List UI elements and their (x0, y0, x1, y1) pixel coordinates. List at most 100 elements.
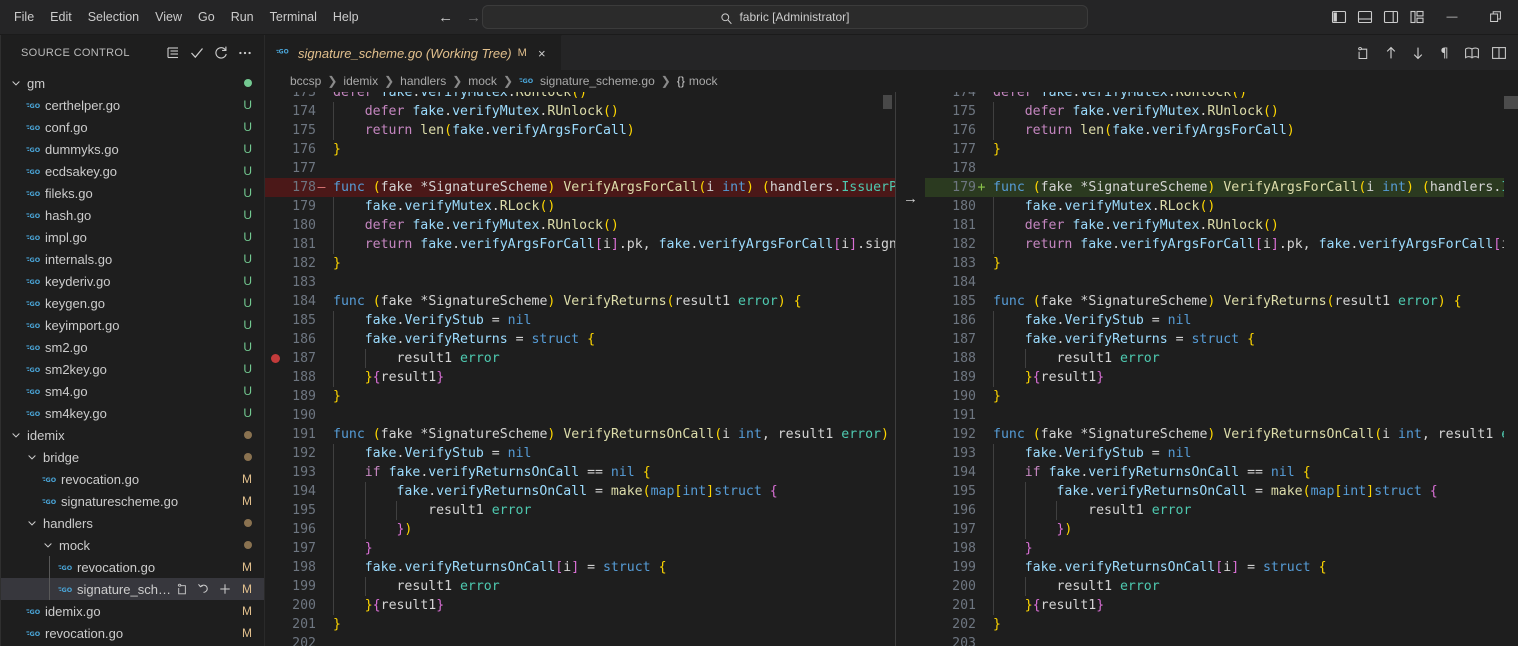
code-line[interactable]: 198 fake.verifyReturnsOnCall[i] = struct … (265, 558, 895, 577)
code-line[interactable]: 174 defer fake.verifyMutex.RUnlock() (265, 102, 895, 121)
code-line[interactable]: 197} (265, 539, 895, 558)
code-line[interactable]: 175 return len(fake.verifyArgsForCall) (265, 121, 895, 140)
code-line[interactable]: 178– func (fake *SignatureScheme) VerifyA… (265, 178, 895, 197)
code-line[interactable]: 201}{result1} (925, 596, 1518, 615)
more-actions-icon[interactable] (234, 42, 256, 64)
code-line[interactable]: 200 result1 error (925, 577, 1518, 596)
customize-layout-icon[interactable] (1404, 4, 1430, 30)
tree-file-signaturescheme-go[interactable]: GO signaturescheme.go M (1, 490, 264, 512)
commit-check-icon[interactable] (186, 42, 208, 64)
tree-file-revocation-go[interactable]: GO revocation.go M (1, 622, 264, 644)
toggle-secondary-sidebar-icon[interactable] (1378, 4, 1404, 30)
tree-file-sm4-go[interactable]: GO sm4.go U (1, 380, 264, 402)
tree-file-revocation-go[interactable]: GO revocation.go M (1, 468, 264, 490)
tree-folder-idemix[interactable]: idemix (1, 424, 264, 446)
menu-run[interactable]: Run (223, 0, 262, 34)
tree-folder-bridge[interactable]: bridge (1, 446, 264, 468)
chevron-down-icon[interactable] (41, 534, 55, 556)
code-line[interactable]: 183} (925, 254, 1518, 273)
menu-edit[interactable]: Edit (42, 0, 80, 34)
code-line[interactable]: 177 (265, 159, 895, 178)
window-restore-button[interactable] (1474, 0, 1518, 35)
breadcrumb-item[interactable]: mock (466, 74, 499, 88)
chevron-down-icon[interactable] (25, 446, 39, 468)
tree-file-impl-go[interactable]: GO impl.go U (1, 226, 264, 248)
code-line[interactable]: 186 fake.verifyReturns = struct { (265, 330, 895, 349)
toggle-inline-view-icon[interactable] (1459, 40, 1485, 66)
code-line[interactable]: 183 (265, 273, 895, 292)
tree-file-keyderiv-go[interactable]: GO keyderiv.go U (1, 270, 264, 292)
menu-file[interactable]: File (6, 0, 42, 34)
breadcrumb-item[interactable]: GO signature_scheme.go (517, 73, 657, 90)
code-line[interactable]: 191 func (fake *SignatureScheme) VerifyRe… (265, 425, 895, 444)
code-line[interactable]: 182} (265, 254, 895, 273)
view-as-tree-icon[interactable] (162, 42, 184, 64)
code-line[interactable]: 184 (925, 273, 1518, 292)
toggle-panel-icon[interactable] (1352, 4, 1378, 30)
window-minimize-button[interactable]: — (1430, 0, 1474, 35)
tree-file-sm2key-go[interactable]: GO sm2key.go U (1, 358, 264, 380)
tree-file-sm4key-go[interactable]: GO sm4key.go U (1, 402, 264, 424)
code-line[interactable]: 192 fake.VerifyStub = nil (265, 444, 895, 463)
code-line[interactable]: 189}{result1} (925, 368, 1518, 387)
split-editor-icon[interactable] (1486, 40, 1512, 66)
code-line[interactable]: 179 fake.verifyMutex.RLock() (265, 197, 895, 216)
tree-file-conf-go[interactable]: GO conf.go U (1, 116, 264, 138)
tab-close-icon[interactable]: × (533, 44, 551, 62)
code-line[interactable]: 200}{result1} (265, 596, 895, 615)
tree-folder-mock[interactable]: mock (1, 534, 264, 556)
code-line[interactable]: 195 fake.verifyReturnsOnCall = make(map[i… (925, 482, 1518, 501)
code-line[interactable]: 181 return fake.verifyArgsForCall[i].pk, … (265, 235, 895, 254)
toggle-primary-sidebar-icon[interactable] (1326, 4, 1352, 30)
chevron-down-icon[interactable] (9, 424, 23, 446)
diff-pane-modified[interactable]: 174 defer fake.verifyMutex.RUnlock() 175 de… (925, 92, 1518, 646)
code-line[interactable]: 175 defer fake.verifyMutex.RUnlock() (925, 102, 1518, 121)
code-line[interactable]: 203 (925, 634, 1518, 646)
menu-selection[interactable]: Selection (80, 0, 147, 34)
code-line[interactable]: 185 fake.VerifyStub = nil (265, 311, 895, 330)
tree-folder-gm[interactable]: gm (1, 72, 264, 94)
code-line[interactable]: 187 fake.verifyReturns = struct { (925, 330, 1518, 349)
source-control-file-tree[interactable]: gm GO certhelper.go U GO conf.go U GO dummyks.go… (1, 70, 264, 646)
diff-pane-original[interactable]: 173 defer fake.verifyMutex.RUnlock() 174 de… (265, 92, 895, 646)
chevron-down-icon[interactable] (25, 512, 39, 534)
tree-file-internals-go[interactable]: GO internals.go U (1, 248, 264, 270)
code-line[interactable]: 190} (925, 387, 1518, 406)
menu-help[interactable]: Help (325, 0, 367, 34)
toggle-whitespace-icon[interactable]: ¶ (1432, 40, 1458, 66)
code-line[interactable]: 202} (925, 615, 1518, 634)
code-line[interactable]: 181 defer fake.verifyMutex.RUnlock() (925, 216, 1518, 235)
code-line[interactable]: 189} (265, 387, 895, 406)
tree-file-revocation-go[interactable]: GO revocation.go M (1, 556, 264, 578)
refresh-icon[interactable] (210, 42, 232, 64)
code-line[interactable]: 176 return len(fake.verifyArgsForCall) (925, 121, 1518, 140)
tree-file-ecdsakey-go[interactable]: GO ecdsakey.go U (1, 160, 264, 182)
command-center[interactable]: fabric [Administrator] (482, 5, 1088, 29)
code-line[interactable]: 198} (925, 539, 1518, 558)
go-back-icon[interactable]: ← (433, 6, 459, 28)
discard-changes-icon[interactable] (196, 581, 212, 597)
scrollbar-slider-original[interactable] (883, 95, 892, 109)
tree-file-hash-go[interactable]: GO hash.go U (1, 204, 264, 226)
previous-change-icon[interactable] (1378, 40, 1404, 66)
code-line[interactable]: 193 fake.VerifyStub = nil (925, 444, 1518, 463)
code-line[interactable]: 176} (265, 140, 895, 159)
breadcrumb-item[interactable]: idemix (341, 74, 380, 88)
code-line[interactable]: 199 fake.verifyReturnsOnCall[i] = struct … (925, 558, 1518, 577)
breadcrumb-item[interactable]: handlers (398, 74, 448, 88)
open-file-icon[interactable] (1351, 40, 1377, 66)
tree-file-keyimport-go[interactable]: GO keyimport.go U (1, 314, 264, 336)
menu-view[interactable]: View (147, 0, 190, 34)
tree-file-dummyks-go[interactable]: GO dummyks.go U (1, 138, 264, 160)
menu-go[interactable]: Go (190, 0, 223, 34)
tree-file-keygen-go[interactable]: GO keygen.go U (1, 292, 264, 314)
tree-file-fileks-go[interactable]: GO fileks.go U (1, 182, 264, 204)
next-change-icon[interactable] (1405, 40, 1431, 66)
tree-file-signature-sche-[interactable]: GO signature_sche… M (1, 578, 264, 600)
code-line[interactable]: 195 result1 error (265, 501, 895, 520)
code-line[interactable]: 184 func (fake *SignatureScheme) VerifyRe… (265, 292, 895, 311)
tree-file-idemix-go[interactable]: GO idemix.go M (1, 600, 264, 622)
tree-file-sm2-go[interactable]: GO sm2.go U (1, 336, 264, 358)
code-line[interactable]: 177} (925, 140, 1518, 159)
code-line[interactable]: 201} (265, 615, 895, 634)
